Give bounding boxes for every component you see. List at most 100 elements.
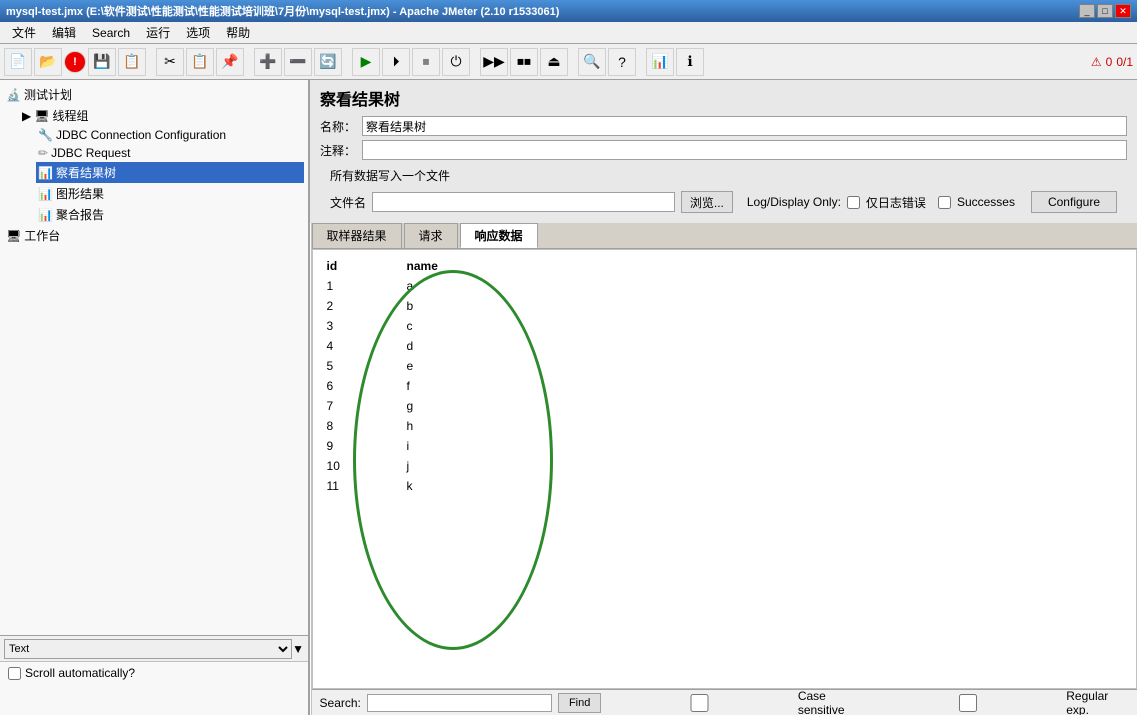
response-cell: h [403, 416, 523, 436]
view-results-icon: 📊 [38, 166, 53, 180]
remote-start-button[interactable]: ▶▶ [480, 48, 508, 76]
comment-input[interactable] [362, 140, 1127, 160]
tree-item-thread-group[interactable]: ▶ 🖥 线程组 [20, 105, 304, 126]
comment-label: 注释： [320, 142, 356, 159]
response-cell: 5 [323, 356, 403, 376]
title-bar: mysql-test.jmx (E:\软件测试\性能测试\性能测试培训班\7月份… [0, 0, 1137, 22]
search-bar: Search: Find Case sensitive Regular exp. [312, 689, 1137, 715]
case-sensitive-checkbox[interactable] [607, 694, 791, 712]
response-cell: 3 [323, 316, 403, 336]
tree-item-workbench[interactable]: 🖥 工作台 [4, 225, 304, 246]
response-cell: g [403, 396, 523, 416]
response-table: idname1a2b3c4d5e6f7g8h9i10j11k [323, 256, 523, 496]
right-header: 察看结果树 名称： 注释： 所有数据写入一个文件 文件名 浏览... Log/D… [310, 80, 1137, 223]
start-button[interactable]: ▶ [352, 48, 380, 76]
tree-item-graph-results[interactable]: 📊 图形结果 [36, 183, 304, 204]
jdbc-connection-icon: 🔧 [38, 128, 53, 142]
maximize-button[interactable]: □ [1097, 4, 1113, 18]
open-button[interactable]: 📂 [34, 48, 62, 76]
help-tool-button[interactable]: ? [608, 48, 636, 76]
clear-button[interactable]: 🔄 [314, 48, 342, 76]
minimize-button[interactable]: _ [1079, 4, 1095, 18]
tree-item-jdbc-request[interactable]: ✏ JDBC Request [36, 144, 304, 162]
successes-checkbox[interactable] [938, 196, 951, 209]
configure-button[interactable]: Configure [1031, 191, 1117, 213]
filename-input[interactable] [372, 192, 675, 212]
scroll-auto-row: Scroll automatically? [0, 662, 308, 684]
warning-icon: ⚠ [1091, 55, 1102, 69]
tree-item-view-results[interactable]: 📊 察看结果树 [36, 162, 304, 183]
response-cell: 1 [323, 276, 403, 296]
filename-label: 文件名 [330, 194, 366, 211]
response-cell: 11 [323, 476, 403, 496]
tree-item-jdbc-connection[interactable]: 🔧 JDBC Connection Configuration [36, 126, 304, 144]
response-col-header: name [403, 256, 523, 276]
menu-file[interactable]: 文件 [4, 22, 44, 43]
search-label: Search: [320, 696, 361, 710]
tree-label-graph-results: 图形结果 [56, 185, 104, 202]
errors-only-checkbox[interactable] [847, 196, 860, 209]
start-no-pause-button[interactable]: ⏵ [382, 48, 410, 76]
save-as-button[interactable]: 📋 [118, 48, 146, 76]
response-cell: 7 [323, 396, 403, 416]
content-split: ▲ JDBC Request ▲ JDBC Request 取样器结果 请求 响… [310, 223, 1137, 715]
regex-checkbox[interactable] [876, 694, 1060, 712]
left-panel: 🔬 测试计划 ▶ 🖥 线程组 🔧 JDBC Connection Configu… [0, 80, 310, 715]
response-cell: 9 [323, 436, 403, 456]
response-cell: d [403, 336, 523, 356]
close-button[interactable]: ✕ [1115, 4, 1131, 18]
new-button[interactable]: 📄 [4, 48, 32, 76]
info-button[interactable]: ℹ [676, 48, 704, 76]
remove-button[interactable]: ➖ [284, 48, 312, 76]
cut-button[interactable]: ✂ [156, 48, 184, 76]
menu-run[interactable]: 运行 [138, 22, 178, 43]
response-area: idname1a2b3c4d5e6f7g8h9i10j11k [312, 249, 1137, 689]
scroll-auto-label: Scroll automatically? [25, 666, 135, 680]
response-content: idname1a2b3c4d5e6f7g8h9i10j11k [313, 250, 1136, 502]
save-button[interactable]: 💾 [88, 48, 116, 76]
response-cell: i [403, 436, 523, 456]
tab-response-data[interactable]: 响应数据 [460, 223, 538, 248]
find-button[interactable]: Find [558, 693, 601, 713]
stop-button[interactable]: ⏹ [412, 48, 440, 76]
templates-button[interactable]: 📊 [646, 48, 674, 76]
warning-count: 0 [1106, 55, 1113, 69]
browse-button[interactable]: 浏览... [681, 191, 733, 213]
copy-button[interactable]: 📋 [186, 48, 214, 76]
text-format-select[interactable]: Text [4, 639, 292, 659]
tree-label-jdbc-request: JDBC Request [51, 146, 130, 160]
tree-label-test-plan: 测试计划 [24, 86, 72, 103]
errors-only-label: 仅日志错误 [866, 194, 926, 211]
name-row: 名称： [320, 116, 1127, 136]
menu-help[interactable]: 帮助 [218, 22, 258, 43]
tree-item-test-plan[interactable]: 🔬 测试计划 [4, 84, 304, 105]
tab-sampler-results[interactable]: 取样器结果 [312, 223, 402, 248]
all-data-label: 所有数据写入一个文件 [330, 167, 450, 184]
regex-label: Regular exp. [1066, 689, 1129, 715]
search-tool-button[interactable]: 🔍 [578, 48, 606, 76]
menu-options[interactable]: 选项 [178, 22, 218, 43]
tree-label-workbench: 工作台 [24, 227, 60, 244]
remote-stop-button[interactable]: ⏹⏹ [510, 48, 538, 76]
paste-button[interactable]: 📌 [216, 48, 244, 76]
jdbc-request-icon: ✏ [38, 146, 48, 160]
scroll-auto-checkbox[interactable] [8, 667, 21, 680]
tab-request[interactable]: 请求 [404, 223, 458, 248]
tree-item-aggregate-report[interactable]: 📊 聚合报告 [36, 204, 304, 225]
menu-search[interactable]: Search [84, 24, 138, 42]
tree-label-jdbc-connection: JDBC Connection Configuration [56, 128, 226, 142]
successes-label: Successes [957, 195, 1015, 209]
toolbar-status: ⚠ 0 0/1 [1091, 55, 1133, 69]
tree-label-view-results: 察看结果树 [56, 164, 116, 181]
thread-group-icon: 🖥 [34, 109, 49, 123]
menu-edit[interactable]: 编辑 [44, 22, 84, 43]
log-display-label: Log/Display Only: [747, 195, 841, 209]
add-button[interactable]: ➕ [254, 48, 282, 76]
shutdown-button[interactable]: ⏻ [442, 48, 470, 76]
search-input[interactable] [367, 694, 552, 712]
name-label: 名称： [320, 118, 356, 135]
response-cell: k [403, 476, 523, 496]
name-input[interactable] [362, 116, 1127, 136]
tree-area: 🔬 测试计划 ▶ 🖥 线程组 🔧 JDBC Connection Configu… [0, 80, 308, 635]
remote-exit-button[interactable]: ⏏ [540, 48, 568, 76]
